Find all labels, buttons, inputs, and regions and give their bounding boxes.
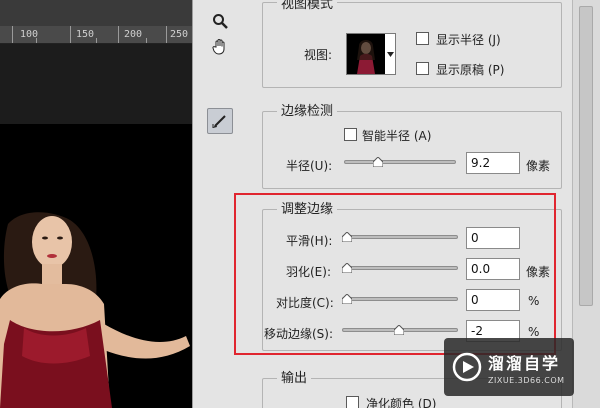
radius-unit: 像素 (526, 159, 551, 173)
output-title: 输出 (277, 371, 312, 387)
watermark-brand: 溜溜自学 (488, 353, 561, 373)
horizontal-ruler: 100 150 200 250 (0, 26, 192, 44)
view-mode-dropdown[interactable] (346, 33, 396, 75)
play-logo-icon (452, 352, 482, 382)
watermark-url: ZIXUE.3D66.COM (488, 375, 565, 385)
smart-radius-label: 智能半径 (A) (362, 129, 432, 143)
view-label: 视图: (304, 48, 333, 62)
edge-detection-group: 边缘检测 (262, 104, 562, 189)
smart-radius-checkbox[interactable] (344, 128, 357, 141)
hand-icon[interactable] (207, 34, 233, 60)
photo-woman-red-dress (0, 124, 192, 408)
ruler-label-150: 150 (76, 29, 95, 40)
highlight-box (234, 193, 556, 355)
ruler-label-200: 200 (124, 29, 143, 40)
show-original-label: 显示原稿 (P) (436, 63, 505, 77)
radius-slider[interactable] (344, 155, 456, 169)
zoom-icon[interactable] (207, 8, 233, 34)
refine-radius-brush-icon[interactable] (207, 108, 233, 134)
radius-slider-track (344, 160, 456, 164)
watermark-text: 溜溜自学 ZIXUE.3D66.COM (488, 350, 565, 385)
decontaminate-checkbox[interactable] (346, 396, 359, 408)
view-mode-group: 视图模式 (262, 0, 562, 88)
view-thumbnail (347, 34, 385, 74)
show-radius-checkbox[interactable] (416, 32, 429, 45)
radius-slider-knob[interactable] (372, 157, 383, 167)
decontaminate-label: 净化颜色 (D) (366, 397, 437, 408)
scrollbar-thumb[interactable] (579, 6, 593, 306)
show-original-checkbox[interactable] (416, 62, 429, 75)
watermark: 溜溜自学 ZIXUE.3D66.COM (444, 338, 574, 396)
chevron-down-icon (385, 34, 395, 74)
document-canvas[interactable]: 100 150 200 250 (0, 0, 192, 408)
show-radius-label: 显示半径 (J) (436, 33, 501, 47)
view-mode-title: 视图模式 (277, 0, 338, 13)
canvas-background (0, 0, 192, 26)
edge-detection-title: 边缘检测 (277, 104, 338, 120)
radius-label: 半径(U): (286, 159, 333, 173)
radius-input[interactable]: 9.2 (466, 152, 520, 174)
ruler-label-250: 250 (170, 29, 189, 40)
panel-scrollbar[interactable] (572, 0, 600, 408)
